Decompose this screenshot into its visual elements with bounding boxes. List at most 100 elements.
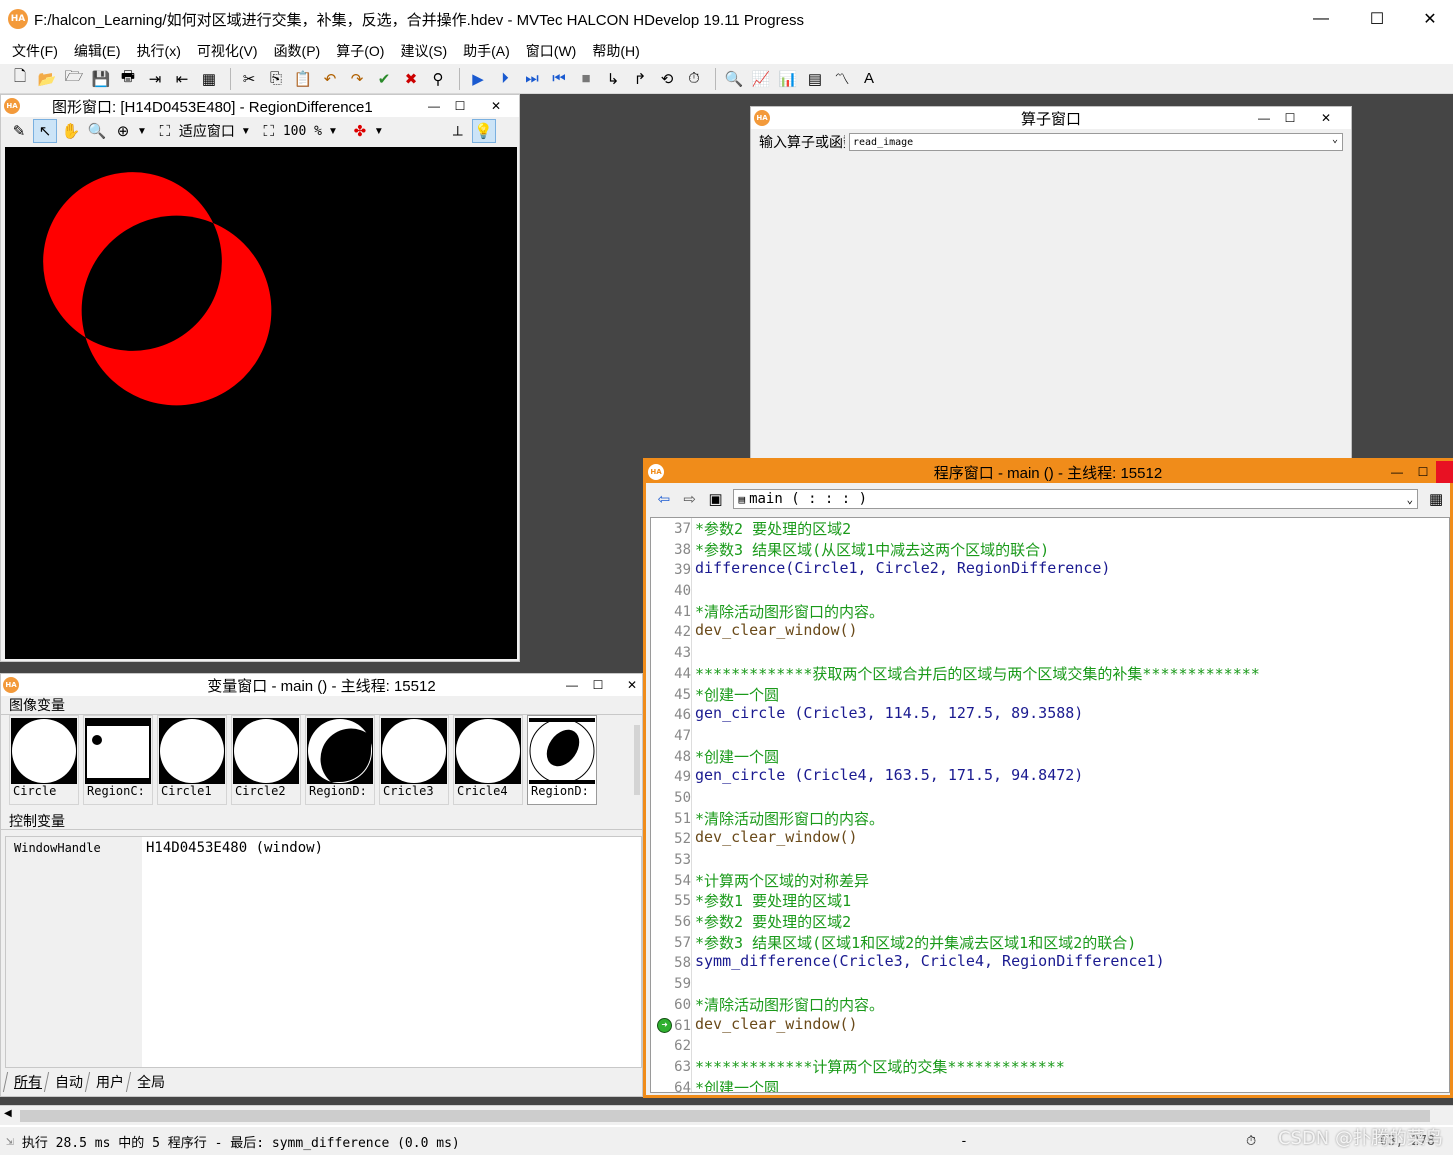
image-variable-icon[interactable]: Circle xyxy=(9,715,79,805)
code-line[interactable]: 55 *参数1 要处理的区域1 xyxy=(651,890,1449,911)
operator-maximize-button[interactable]: ☐ xyxy=(1281,109,1299,127)
procedure-icon[interactable]: ▣ xyxy=(704,487,728,511)
scroll-left-icon[interactable]: ◀ xyxy=(4,1108,12,1119)
magnify-icon[interactable]: 🔍 xyxy=(85,119,109,143)
chevron-down-icon[interactable]: ▼ xyxy=(374,126,384,137)
code-line[interactable]: 46 gen_circle (Cricle3, 114.5, 127.5, 89.… xyxy=(651,704,1449,725)
deactivate-icon[interactable]: ✖ xyxy=(399,67,423,91)
redo-icon[interactable]: ↷ xyxy=(345,67,369,91)
code-line[interactable]: 47 xyxy=(651,725,1449,746)
menu-procedures[interactable]: 函数(P) xyxy=(266,41,329,61)
menu-help[interactable]: 帮助(H) xyxy=(584,41,647,61)
menu-suggestions[interactable]: 建议(S) xyxy=(392,41,455,61)
new-file-icon[interactable]: 🗋 xyxy=(8,67,32,91)
ocr-icon[interactable]: A xyxy=(857,67,881,91)
fit-window-label[interactable]: 适应窗口 xyxy=(179,121,235,141)
paste-icon[interactable]: 📋 xyxy=(291,67,315,91)
code-line[interactable]: 50 xyxy=(651,787,1449,808)
code-line[interactable]: 54 *计算两个区域的对称差异 xyxy=(651,870,1449,891)
code-line[interactable]: 40 xyxy=(651,580,1449,601)
program-code-area[interactable]: 37 *参数2 要处理的区域2 38 *参数3 结果区域(从区域1中减去这两个区域的联… xyxy=(650,517,1450,1093)
tab-user[interactable]: 用户 xyxy=(84,1072,131,1092)
program-minimize-button[interactable]: — xyxy=(1388,463,1406,481)
graphics-maximize-button[interactable]: ☐ xyxy=(451,97,469,115)
chevron-down-icon[interactable]: ⌄ xyxy=(1332,134,1338,145)
code-line[interactable]: 60 *清除活动图形窗口的内容。 xyxy=(651,994,1449,1015)
tab-global[interactable]: 全局 xyxy=(125,1072,172,1092)
find-icon[interactable]: ⚲ xyxy=(426,67,450,91)
undo-icon[interactable]: ↶ xyxy=(318,67,342,91)
menu-assistants[interactable]: 助手(A) xyxy=(455,41,518,61)
code-line[interactable]: 53 xyxy=(651,849,1449,870)
operator-minimize-button[interactable]: — xyxy=(1255,109,1273,127)
chevron-down-icon[interactable]: ▼ xyxy=(137,126,147,137)
import-icon[interactable]: ⇥ xyxy=(143,67,167,91)
forward-arrow-icon[interactable]: ⇨ xyxy=(678,487,702,511)
variable-maximize-button[interactable]: ☐ xyxy=(589,676,607,694)
code-line[interactable]: 49 gen_circle (Cricle4, 163.5, 171.5, 94.… xyxy=(651,766,1449,787)
variable-minimize-button[interactable]: — xyxy=(563,676,581,694)
line-profile-icon[interactable]: 〽 xyxy=(830,67,854,91)
code-line[interactable]: 58 symm_difference(Cricle3, Cricle4, Regi… xyxy=(651,952,1449,973)
horizontal-scrollbar[interactable]: ◀ xyxy=(0,1105,1453,1125)
step-back-icon[interactable]: ⏮ xyxy=(547,67,571,91)
zoom-icon[interactable]: ⊕ xyxy=(111,119,135,143)
graphics-close-button[interactable]: ✕ xyxy=(487,97,505,115)
code-line[interactable]: 64 *创建一个圆 xyxy=(651,1077,1449,1092)
operator-close-button[interactable]: ✕ xyxy=(1317,109,1335,127)
code-line[interactable]: 42 dev_clear_window() xyxy=(651,621,1449,642)
code-line[interactable]: 51 *清除活动图形窗口的内容。 xyxy=(651,808,1449,829)
image-variable-icon[interactable]: Circle1 xyxy=(157,715,227,805)
procedure-select[interactable]: ▤ main ( : : : ) ⌄ xyxy=(733,489,1419,509)
graphics-window-titlebar[interactable]: HA 图形窗口: [H14D0453E480] - RegionDifferen… xyxy=(1,95,519,117)
lightbulb-icon[interactable]: 💡 xyxy=(471,119,496,143)
color-icon[interactable]: ✤ xyxy=(348,119,372,143)
open-file-icon[interactable]: 📂 xyxy=(35,67,59,91)
run-icon[interactable]: ▶ xyxy=(466,67,490,91)
image-variable-icon[interactable]: Circle2 xyxy=(231,715,301,805)
code-line[interactable]: 56 *参数2 要处理的区域2 xyxy=(651,911,1449,932)
variable-close-button[interactable]: ✕ xyxy=(623,676,641,694)
menu-edit[interactable]: 编辑(E) xyxy=(66,41,129,61)
image-variable-icon[interactable]: RegionD: xyxy=(305,715,375,805)
chevron-down-icon[interactable]: ▼ xyxy=(241,126,251,137)
step-over-icon[interactable]: ⏭ xyxy=(520,67,544,91)
zoom-percent-label[interactable]: 100 % xyxy=(283,124,322,139)
program-close-button[interactable] xyxy=(1436,461,1453,483)
timer-icon[interactable]: ⏱ xyxy=(682,67,706,91)
zoom-percent-icon[interactable]: ⛶ xyxy=(257,119,281,143)
copy-icon[interactable]: ⎘ xyxy=(264,67,288,91)
scrollbar-thumb[interactable] xyxy=(20,1110,1430,1122)
program-window-titlebar[interactable]: HA 程序窗口 - main () - 主线程: 15512 — ☐ xyxy=(646,461,1453,483)
image-variable-icon[interactable]: RegionC: xyxy=(83,715,153,805)
menu-visualize[interactable]: 可视化(V) xyxy=(189,41,266,61)
axis-icon[interactable]: ⟂ xyxy=(446,119,470,143)
procedure-edit-icon[interactable]: ▦ xyxy=(1424,487,1448,511)
operator-window-titlebar[interactable]: HA 算子窗口 — ☐ ✕ xyxy=(751,107,1351,129)
code-line[interactable]: 57 *参数3 结果区域(区域1和区域2的并集减去区域1和区域2的联合) xyxy=(651,932,1449,953)
features-icon[interactable]: 📊 xyxy=(776,67,800,91)
cut-icon[interactable]: ✂ xyxy=(237,67,261,91)
run-to-icon[interactable]: ⏵ xyxy=(493,67,517,91)
code-line[interactable]: 45 *创建一个圆 xyxy=(651,684,1449,705)
zoom-window-icon[interactable]: 🔍 xyxy=(722,67,746,91)
graphics-canvas[interactable] xyxy=(5,147,517,659)
code-line[interactable]: 37 *参数2 要处理的区域2 xyxy=(651,518,1449,539)
chevron-down-icon[interactable]: ▼ xyxy=(328,126,338,137)
control-variable-name[interactable]: WindowHandle xyxy=(6,837,142,1067)
code-line[interactable]: ➜ 61 dev_clear_window() xyxy=(651,1015,1449,1036)
histogram-icon[interactable]: 📈 xyxy=(749,67,773,91)
tab-auto[interactable]: 自动 xyxy=(43,1072,90,1092)
code-line[interactable]: 38 *参数3 结果区域(从区域1中减去这两个区域的联合) xyxy=(651,539,1449,560)
pointer-icon[interactable]: ↖ xyxy=(33,119,57,143)
control-variable-value[interactable]: H14D0453E480 (window) xyxy=(146,840,323,856)
export-icon[interactable]: ⇤ xyxy=(170,67,194,91)
image-variable-icon[interactable]: Cricle4 xyxy=(453,715,523,805)
menu-window[interactable]: 窗口(W) xyxy=(518,41,585,61)
stop-icon[interactable]: ■ xyxy=(574,67,598,91)
code-line[interactable]: 52 dev_clear_window() xyxy=(651,828,1449,849)
code-line[interactable]: 63 *************计算两个区域的交集************* xyxy=(651,1056,1449,1077)
icon-scrollbar[interactable] xyxy=(634,725,640,795)
program-maximize-button[interactable]: ☐ xyxy=(1414,463,1432,481)
code-line[interactable]: 62 xyxy=(651,1035,1449,1056)
